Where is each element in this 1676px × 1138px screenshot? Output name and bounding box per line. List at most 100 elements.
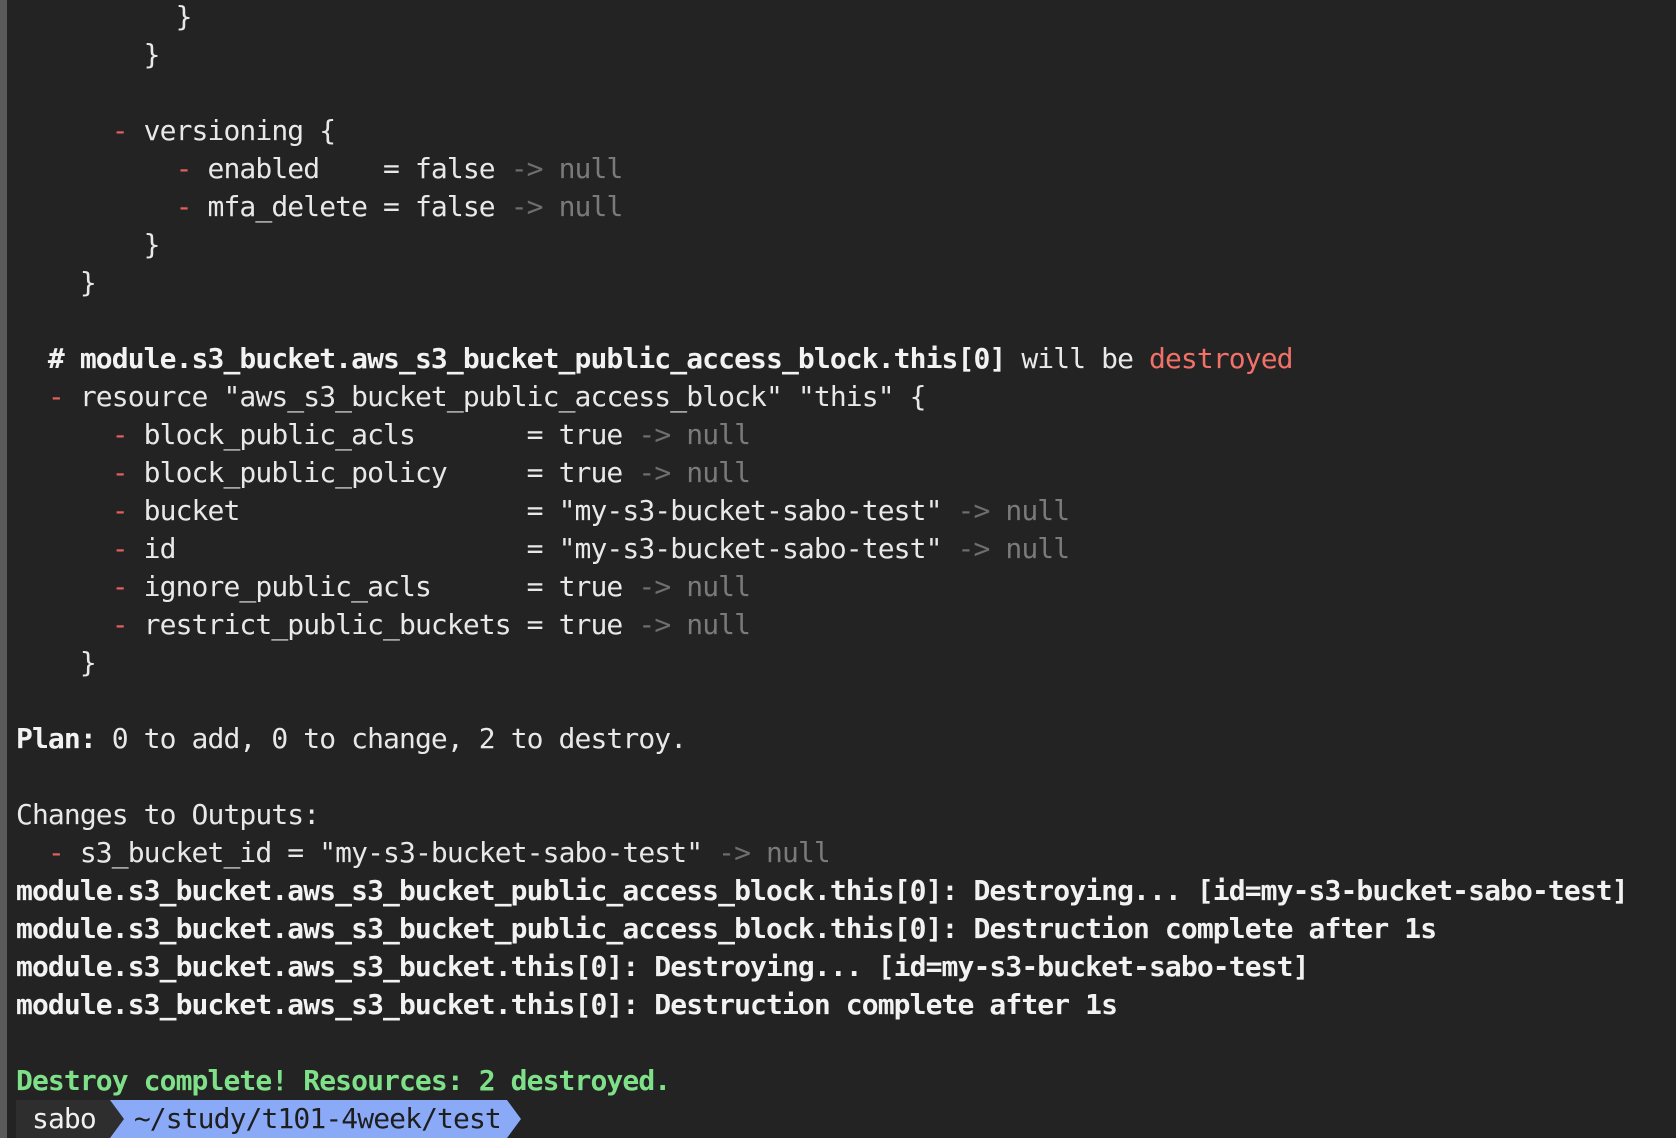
line-segment: null	[686, 570, 751, 603]
prompt-end-chevron-icon	[506, 1100, 521, 1138]
line-segment: enabled = false	[207, 152, 511, 185]
terminal-line: module.s3_bucket.aws_s3_bucket.this[0]: …	[16, 986, 1628, 1024]
terminal-line: - resource "aws_s3_bucket_public_access_…	[16, 378, 1628, 416]
prompt-user: sabo	[16, 1100, 110, 1138]
terminal-line: - versioning {	[16, 112, 1628, 150]
terminal-line: }	[16, 226, 1628, 264]
line-segment: ignore_public_acls = true	[143, 570, 639, 603]
line-segment: null	[558, 152, 624, 185]
line-segment: module.s3_bucket.aws_s3_bucket.this[0]: …	[16, 950, 1309, 983]
terminal-line: module.s3_bucket.aws_s3_bucket.this[0]: …	[16, 948, 1628, 986]
line-segment: block_public_policy = true	[143, 456, 639, 489]
terminal-line: }	[16, 0, 1628, 36]
line-segment: restrict_public_buckets = true	[143, 608, 639, 641]
line-segment: s3_bucket_id = "my-s3-bucket-sabo-test"	[79, 836, 719, 869]
line-segment: mfa_delete = false	[207, 190, 511, 223]
line-segment: -	[111, 418, 144, 451]
line-segment: -	[111, 608, 144, 641]
terminal-line: }	[16, 264, 1628, 302]
line-segment: -	[111, 114, 144, 147]
prompt-separator-icon	[109, 1100, 124, 1138]
line-segment: ->	[638, 418, 687, 451]
line-segment: ->	[638, 456, 687, 489]
line-segment: -	[111, 570, 144, 603]
line-segment: Changes to Outputs:	[16, 798, 320, 831]
terminal-line: }	[16, 644, 1628, 682]
terminal-line: module.s3_bucket.aws_s3_bucket_public_ac…	[16, 910, 1628, 948]
line-segment: 0 to add, 0 to change, 2 to destroy.	[95, 722, 687, 755]
terminal-line: - restrict_public_buckets = true -> null	[16, 606, 1628, 644]
terminal-line: - mfa_delete = false -> null	[16, 188, 1628, 226]
line-segment: null	[686, 418, 751, 451]
shell-prompt: sabo ~/study/t101-4week/test	[16, 1100, 521, 1138]
line-segment: destroyed	[1149, 342, 1294, 375]
terminal-line: - block_public_acls = true -> null	[16, 416, 1628, 454]
line-segment: }	[143, 228, 161, 261]
terminal-window[interactable]: } } - versioning { - enabled = false -> …	[0, 0, 1676, 1138]
terminal-line: - bucket = "my-s3-bucket-sabo-test" -> n…	[16, 492, 1628, 530]
line-segment: null	[558, 190, 624, 223]
line-segment: -	[111, 456, 144, 489]
line-segment: will be	[1005, 342, 1149, 375]
line-segment: null	[1005, 494, 1070, 527]
line-segment: bucket = "my-s3-bucket-sabo-test"	[143, 494, 958, 527]
terminal-left-border	[0, 0, 7, 1138]
line-segment: -	[111, 532, 144, 565]
line-segment: resource "aws_s3_bucket_public_access_bl…	[79, 380, 927, 413]
terminal-line: Destroy complete! Resources: 2 destroyed…	[16, 1062, 1628, 1100]
line-segment: Destroy complete! Resources: 2 destroyed…	[16, 1064, 671, 1097]
line-segment: null	[686, 456, 751, 489]
line-segment: ->	[718, 836, 767, 869]
line-segment: -	[175, 152, 208, 185]
terminal-line: - s3_bucket_id = "my-s3-bucket-sabo-test…	[16, 834, 1628, 872]
line-segment: -	[111, 494, 144, 527]
line-segment: ->	[638, 608, 687, 641]
line-segment: -	[47, 836, 80, 869]
line-segment: ->	[957, 532, 1006, 565]
line-segment: null	[686, 608, 751, 641]
line-segment: block_public_acls = true	[143, 418, 639, 451]
line-segment: }	[143, 38, 161, 71]
line-segment: versioning {	[143, 114, 336, 147]
terminal-line: module.s3_bucket.aws_s3_bucket_public_ac…	[16, 872, 1629, 910]
line-segment: ->	[510, 190, 559, 223]
terminal-line: - ignore_public_acls = true -> null	[16, 568, 1628, 606]
line-segment: module.s3_bucket.aws_s3_bucket_public_ac…	[16, 874, 1629, 907]
line-segment: Plan:	[16, 722, 97, 755]
line-segment: -	[47, 380, 80, 413]
terminal-line: # module.s3_bucket.aws_s3_bucket_public_…	[16, 340, 1628, 378]
line-segment: # module.s3_bucket.aws_s3_bucket_public_…	[47, 342, 1006, 375]
terminal-line: Changes to Outputs:	[16, 796, 1628, 834]
line-segment: module.s3_bucket.aws_s3_bucket_public_ac…	[16, 912, 1437, 945]
line-segment: ->	[957, 494, 1006, 527]
line-segment: null	[766, 836, 831, 869]
terminal-line: - block_public_policy = true -> null	[16, 454, 1628, 492]
line-segment: module.s3_bucket.aws_s3_bucket.this[0]: …	[16, 988, 1118, 1021]
terminal-line: Plan: 0 to add, 0 to change, 2 to destro…	[16, 720, 1628, 758]
terminal-output: } } - versioning { - enabled = false -> …	[16, 0, 1629, 1100]
line-segment: id = "my-s3-bucket-sabo-test"	[143, 532, 958, 565]
prompt-path: ~/study/t101-4week/test	[109, 1100, 507, 1138]
line-segment: ->	[638, 570, 687, 603]
terminal-line: - enabled = false -> null	[16, 150, 1628, 188]
